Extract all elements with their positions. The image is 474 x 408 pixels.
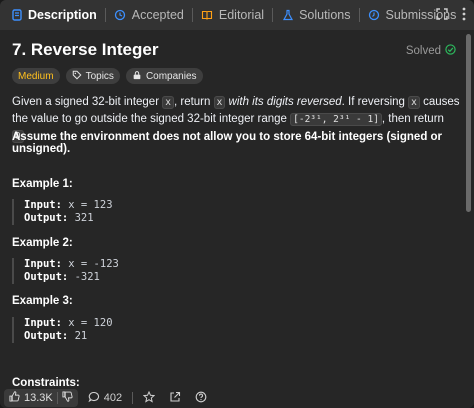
- example-title: Example 3:: [12, 295, 73, 307]
- expand-icon[interactable]: [436, 7, 448, 23]
- scrollbar-thumb[interactable]: [466, 34, 471, 212]
- tab-bar: Description Accepted Editorial Solutions: [0, 0, 474, 30]
- desc-text: Given a signed 32-bit integer: [12, 96, 163, 108]
- example-block: Input: x = -123 Output: -321: [12, 258, 312, 284]
- example-block: Input: x = 120 Output: 21: [12, 317, 312, 343]
- book-icon: [201, 9, 214, 22]
- input-label: Input:: [24, 199, 62, 211]
- output-label: Output:: [24, 271, 69, 283]
- vote-divider: [56, 392, 58, 404]
- output-value: 21: [74, 330, 88, 342]
- question-circle-icon: [195, 391, 207, 406]
- input-value: x = 123: [68, 199, 113, 211]
- output-label: Output:: [24, 212, 69, 224]
- tab-editorial[interactable]: Editorial: [197, 0, 268, 30]
- star-icon: [142, 390, 156, 406]
- tab-solutions-label: Solutions: [299, 8, 351, 22]
- input-value: x = -123: [68, 258, 119, 270]
- output-value: -321: [74, 271, 100, 283]
- comment-icon: [88, 391, 100, 406]
- desc-text: , return: [173, 96, 214, 108]
- tab-description[interactable]: Description: [6, 0, 101, 30]
- tab-accepted[interactable]: Accepted: [110, 0, 188, 30]
- more-options-icon[interactable]: [462, 7, 466, 24]
- share-button[interactable]: [165, 389, 185, 407]
- difficulty-badge[interactable]: Medium: [12, 68, 60, 84]
- input-label: Input:: [24, 317, 62, 329]
- tab-divider: [358, 8, 360, 22]
- problem-content: 7. Reverse Integer Solved Medium Topics: [12, 30, 460, 388]
- constraints-heading: Constraints:: [12, 377, 80, 388]
- vote-group: 13.3K: [4, 389, 78, 407]
- check-circle-icon: [445, 44, 456, 58]
- solved-status: Solved: [406, 44, 456, 58]
- example-title: Example 2:: [12, 237, 73, 249]
- tag-chips: Medium Topics Companies: [12, 68, 203, 84]
- title-row: 7. Reverse Integer Solved: [12, 40, 460, 64]
- tab-divider: [104, 8, 106, 22]
- problem-panel: Description Accepted Editorial Solutions: [0, 0, 474, 408]
- tab-accepted-label: Accepted: [131, 8, 184, 22]
- panel-controls: [436, 0, 466, 30]
- inline-code: x: [162, 96, 174, 109]
- solved-label: Solved: [405, 45, 441, 57]
- topics-label: Topics: [85, 70, 114, 82]
- output-label: Output:: [24, 330, 69, 342]
- comment-count: 402: [103, 392, 123, 404]
- help-button[interactable]: [191, 389, 211, 407]
- inline-code-range: [-2³¹, 2³¹ - 1]: [290, 113, 382, 126]
- input-label: Input:: [24, 258, 62, 270]
- like-count: 13.3K: [24, 392, 53, 404]
- comments-button[interactable]: 402: [84, 389, 126, 407]
- thumbs-down-icon[interactable]: [62, 391, 73, 405]
- desc-emphasis: with its digits reversed: [225, 96, 342, 108]
- inline-code: x: [213, 96, 226, 109]
- inline-code: x: [408, 96, 420, 109]
- desc-text: , then return: [381, 113, 444, 125]
- tab-editorial-label: Editorial: [218, 8, 265, 22]
- input-value: x = 120: [68, 317, 113, 329]
- example-block: Input: x = 123 Output: 321: [12, 199, 312, 225]
- companies-chip[interactable]: Companies: [125, 68, 203, 84]
- tab-divider: [191, 8, 193, 22]
- tab-divider: [272, 8, 274, 22]
- thumbs-up-icon[interactable]: [9, 391, 20, 405]
- tag-icon: [72, 70, 82, 83]
- tab-solutions[interactable]: Solutions: [277, 0, 354, 30]
- tab-description-label: Description: [28, 8, 97, 22]
- topics-chip[interactable]: Topics: [65, 68, 120, 84]
- lock-icon: [132, 70, 142, 83]
- bar-divider: [132, 392, 134, 404]
- history-icon: [114, 9, 127, 22]
- favorite-button[interactable]: [139, 389, 159, 407]
- companies-label: Companies: [145, 70, 197, 82]
- share-icon: [169, 391, 181, 406]
- flask-icon: [281, 9, 294, 22]
- example-title: Example 1:: [12, 178, 73, 190]
- output-value: 321: [74, 212, 94, 224]
- desc-text: . If reversing: [341, 96, 409, 108]
- bottom-action-bar: 13.3K 402: [0, 388, 474, 408]
- problem-title: 7. Reverse Integer: [12, 40, 159, 59]
- description-icon: [10, 9, 23, 22]
- assumption-note: Assume the environment does not allow yo…: [12, 131, 443, 155]
- clock-icon: [368, 9, 381, 22]
